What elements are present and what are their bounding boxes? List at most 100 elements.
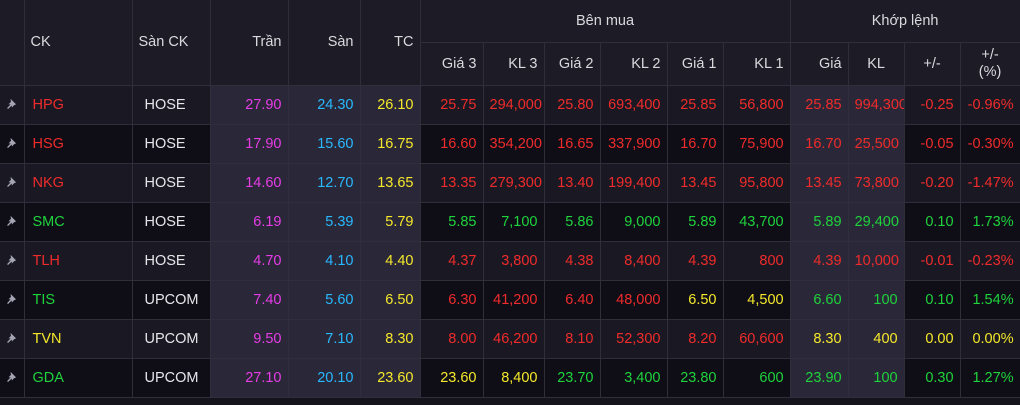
change-value: -0.25 <box>904 85 961 125</box>
bid3-volume: 294,000 <box>483 85 545 125</box>
bid1-price[interactable]: 8.20 <box>667 319 724 359</box>
symbol-cell[interactable]: GDA <box>24 358 133 398</box>
header-bid2[interactable]: Giá 2 <box>544 42 601 86</box>
pin-icon[interactable] <box>6 371 17 382</box>
match-price[interactable]: 8.30 <box>790 319 849 359</box>
table-row[interactable]: HSG HOSE 17.90 15.60 16.75 16.60 354,200 16.65 3… <box>0 124 1020 164</box>
match-price[interactable]: 5.89 <box>790 202 849 242</box>
table-row[interactable]: TLH HOSE 4.70 4.10 4.40 4.37 3,800 4.38 8,400 4.3… <box>0 241 1020 281</box>
bid2-volume: 52,300 <box>600 319 668 359</box>
bid1-price[interactable]: 23.80 <box>667 358 724 398</box>
table-row[interactable]: TIS UPCOM 7.40 5.60 6.50 6.30 41,200 6.40 48,000… <box>0 280 1020 320</box>
match-volume: 100 <box>848 280 905 320</box>
change-value: -0.05 <box>904 124 961 164</box>
symbol-cell[interactable]: HPG <box>24 85 133 125</box>
reference-price: 6.50 <box>360 280 421 320</box>
match-price[interactable]: 6.60 <box>790 280 849 320</box>
match-price[interactable]: 4.39 <box>790 241 849 281</box>
bid1-price[interactable]: 16.70 <box>667 124 724 164</box>
bid1-price[interactable]: 6.50 <box>667 280 724 320</box>
exchange-cell: UPCOM <box>132 280 211 320</box>
header-vol2[interactable]: KL 2 <box>600 42 668 86</box>
match-volume: 73,800 <box>848 163 905 203</box>
bid1-price[interactable]: 25.85 <box>667 85 724 125</box>
bid2-price[interactable]: 4.38 <box>544 241 601 281</box>
bid2-price[interactable]: 6.40 <box>544 280 601 320</box>
floor-price: 24.30 <box>288 85 361 125</box>
bid3-price[interactable]: 13.35 <box>420 163 484 203</box>
symbol-cell[interactable]: SMC <box>24 202 133 242</box>
bid3-price[interactable]: 23.60 <box>420 358 484 398</box>
header-exchange[interactable]: Sàn CK <box>132 0 211 86</box>
change-value: 0.30 <box>904 358 961 398</box>
reference-price: 26.10 <box>360 85 421 125</box>
header-vol1[interactable]: KL 1 <box>723 42 791 86</box>
match-price[interactable]: 13.45 <box>790 163 849 203</box>
bid3-price[interactable]: 8.00 <box>420 319 484 359</box>
bid2-price[interactable]: 8.10 <box>544 319 601 359</box>
header-ceiling[interactable]: Trần <box>210 0 289 86</box>
bid3-price[interactable]: 25.75 <box>420 85 484 125</box>
header-bid1[interactable]: Giá 1 <box>667 42 724 86</box>
pin-icon[interactable] <box>6 332 17 343</box>
bid2-price[interactable]: 25.80 <box>544 85 601 125</box>
pin-icon[interactable] <box>6 176 17 187</box>
ceiling-price: 27.90 <box>210 85 289 125</box>
pin-cell[interactable] <box>0 358 25 398</box>
change-value: 0.00 <box>904 319 961 359</box>
pin-icon[interactable] <box>6 137 17 148</box>
header-ck[interactable]: CK <box>24 0 133 86</box>
pin-cell[interactable] <box>0 280 25 320</box>
header-change[interactable]: +/- <box>904 42 961 86</box>
bid1-price[interactable]: 13.45 <box>667 163 724 203</box>
header-match-vol[interactable]: KL <box>848 42 905 86</box>
symbol-cell[interactable]: TIS <box>24 280 133 320</box>
bid2-price[interactable]: 23.70 <box>544 358 601 398</box>
bid1-volume: 75,900 <box>723 124 791 164</box>
bid3-price[interactable]: 6.30 <box>420 280 484 320</box>
table-row[interactable]: TVN UPCOM 9.50 7.10 8.30 8.00 46,200 8.10 52,300… <box>0 319 1020 359</box>
symbol-cell[interactable]: TLH <box>24 241 133 281</box>
bid3-price[interactable]: 16.60 <box>420 124 484 164</box>
header-change-pct-line2: (%) <box>978 63 1002 80</box>
bid1-price[interactable]: 4.39 <box>667 241 724 281</box>
reference-price: 13.65 <box>360 163 421 203</box>
bid1-price[interactable]: 5.89 <box>667 202 724 242</box>
table-body: HPG HOSE 27.90 24.30 26.10 25.75 294,000 25.80 6… <box>0 85 1020 398</box>
pin-icon[interactable] <box>6 98 17 109</box>
floor-price: 5.60 <box>288 280 361 320</box>
header-floor[interactable]: Sàn <box>288 0 361 86</box>
bid2-price[interactable]: 5.86 <box>544 202 601 242</box>
table-row[interactable]: NKG HOSE 14.60 12.70 13.65 13.35 279,300 13.40 1… <box>0 163 1020 203</box>
match-price[interactable]: 23.90 <box>790 358 849 398</box>
header-match-price[interactable]: Giá <box>790 42 849 86</box>
pin-cell[interactable] <box>0 319 25 359</box>
bid2-price[interactable]: 13.40 <box>544 163 601 203</box>
symbol-cell[interactable]: TVN <box>24 319 133 359</box>
pin-cell[interactable] <box>0 85 25 125</box>
header-reference[interactable]: TC <box>360 0 421 86</box>
symbol-cell[interactable]: HSG <box>24 124 133 164</box>
pin-cell[interactable] <box>0 241 25 281</box>
bid3-price[interactable]: 5.85 <box>420 202 484 242</box>
pin-icon[interactable] <box>6 254 17 265</box>
pin-icon[interactable] <box>6 293 17 304</box>
pin-cell[interactable] <box>0 124 25 164</box>
table-row[interactable]: HPG HOSE 27.90 24.30 26.10 25.75 294,000 25.80 6… <box>0 85 1020 125</box>
symbol-cell[interactable]: NKG <box>24 163 133 203</box>
pin-cell[interactable] <box>0 163 25 203</box>
table-row[interactable]: GDA UPCOM 27.10 20.10 23.60 23.60 8,400 23.70 3,… <box>0 358 1020 398</box>
match-price[interactable]: 25.85 <box>790 85 849 125</box>
pin-icon[interactable] <box>6 215 17 226</box>
header-vol3[interactable]: KL 3 <box>483 42 545 86</box>
pin-cell[interactable] <box>0 202 25 242</box>
ceiling-price: 6.19 <box>210 202 289 242</box>
table-row[interactable]: SMC HOSE 6.19 5.39 5.79 5.85 7,100 5.86 9,000 5.8… <box>0 202 1020 242</box>
ceiling-price: 14.60 <box>210 163 289 203</box>
header-bid3[interactable]: Giá 3 <box>420 42 484 86</box>
bid1-volume: 4,500 <box>723 280 791 320</box>
match-price[interactable]: 16.70 <box>790 124 849 164</box>
bid2-price[interactable]: 16.65 <box>544 124 601 164</box>
bid3-price[interactable]: 4.37 <box>420 241 484 281</box>
header-change-pct[interactable]: +/- (%) <box>960 42 1020 86</box>
